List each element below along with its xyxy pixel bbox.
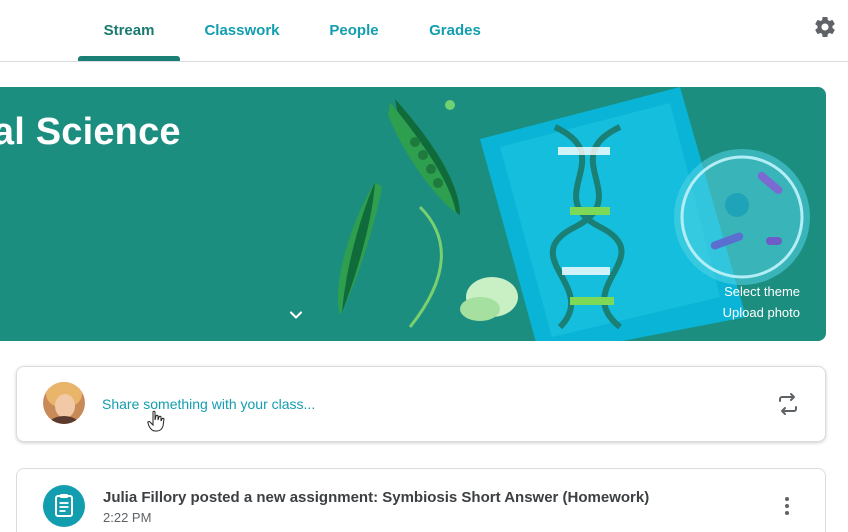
post-timestamp: 2:22 PM xyxy=(103,510,152,525)
class-title: tal Science xyxy=(0,111,181,153)
share-prompt[interactable]: Share something with your class... xyxy=(102,396,315,412)
top-nav: Stream Classwork People Grades xyxy=(0,0,848,62)
assignment-icon xyxy=(43,485,85,527)
more-vert-icon[interactable] xyxy=(775,494,799,518)
post-title[interactable]: Julia Fillory posted a new assignment: S… xyxy=(103,489,649,506)
hand-cursor-icon xyxy=(147,410,165,432)
chevron-down-icon[interactable] xyxy=(286,305,306,325)
tab-grades[interactable]: Grades xyxy=(418,0,492,61)
tab-classwork[interactable]: Classwork xyxy=(194,0,290,61)
select-theme-link[interactable]: Select theme xyxy=(700,284,800,299)
avatar xyxy=(43,382,85,424)
gear-icon[interactable] xyxy=(813,15,837,39)
petri-dish-illustration xyxy=(674,149,810,285)
repost-icon[interactable] xyxy=(776,392,800,416)
upload-photo-link[interactable]: Upload photo xyxy=(700,305,800,320)
pea-pod-illustration xyxy=(337,99,518,328)
tab-stream[interactable]: Stream xyxy=(78,0,180,61)
tab-people[interactable]: People xyxy=(318,0,390,61)
active-tab-indicator xyxy=(78,56,180,61)
